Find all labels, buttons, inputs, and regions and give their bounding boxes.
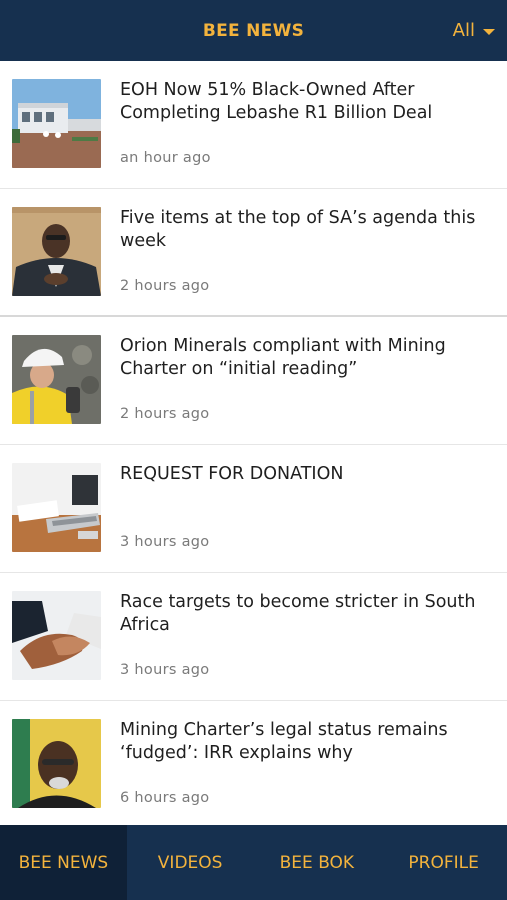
article-thumbnail-miner [12,335,101,424]
article-timestamp: an hour ago [120,150,211,166]
article-thumbnail-official [12,719,101,808]
page-title: BEE NEWS [202,20,305,41]
article-title: REQUEST FOR DONATION [120,464,344,484]
article-item[interactable]: Mining Charter’s legal status remains ‘f… [0,701,507,825]
article-timestamp: 2 hours ago [120,278,210,294]
article-item[interactable]: Race targets to become stricter in South… [0,573,507,701]
tab-profile[interactable]: PROFILE [380,825,507,900]
app-header: BEE NEWS All [0,0,507,61]
article-item[interactable]: Orion Minerals compliant with Mining Cha… [0,317,507,445]
article-title: Orion Minerals compliant with Mining Cha… [120,336,446,379]
tab-bee-bok[interactable]: BEE BOK [254,825,381,900]
article-thumbnail-handshake [12,591,101,680]
article-timestamp: 2 hours ago [120,406,210,422]
article-title: Mining Charter’s legal status remains ‘f… [120,720,448,763]
article-thumbnail-building [12,79,101,168]
article-timestamp: 3 hours ago [120,662,210,678]
article-timestamp: 3 hours ago [120,534,210,550]
bottom-tab-bar: BEE NEWS VIDEOS BEE BOK PROFILE [0,825,507,900]
news-feed[interactable]: EOH Now 51% Black-Owned After Completing… [0,61,507,825]
tab-videos[interactable]: VIDEOS [127,825,254,900]
article-title: Five items at the top of SA’s agenda thi… [120,208,476,251]
article-item[interactable]: REQUEST FOR DONATION 3 hours ago [0,445,507,573]
chevron-down-icon [483,28,495,35]
filter-label: All [452,20,475,41]
article-timestamp: 6 hours ago [120,790,210,806]
tab-bee-news[interactable]: BEE NEWS [0,825,127,900]
article-item[interactable]: Five items at the top of SA’s agenda thi… [0,189,507,317]
article-item[interactable]: EOH Now 51% Black-Owned After Completing… [0,61,507,189]
category-filter-dropdown[interactable]: All [453,0,495,61]
article-thumbnail-laptop-desk [12,463,101,552]
article-thumbnail-speaker [12,207,101,296]
article-title: Race targets to become stricter in South… [120,592,476,635]
article-title: EOH Now 51% Black-Owned After Completing… [120,80,433,123]
